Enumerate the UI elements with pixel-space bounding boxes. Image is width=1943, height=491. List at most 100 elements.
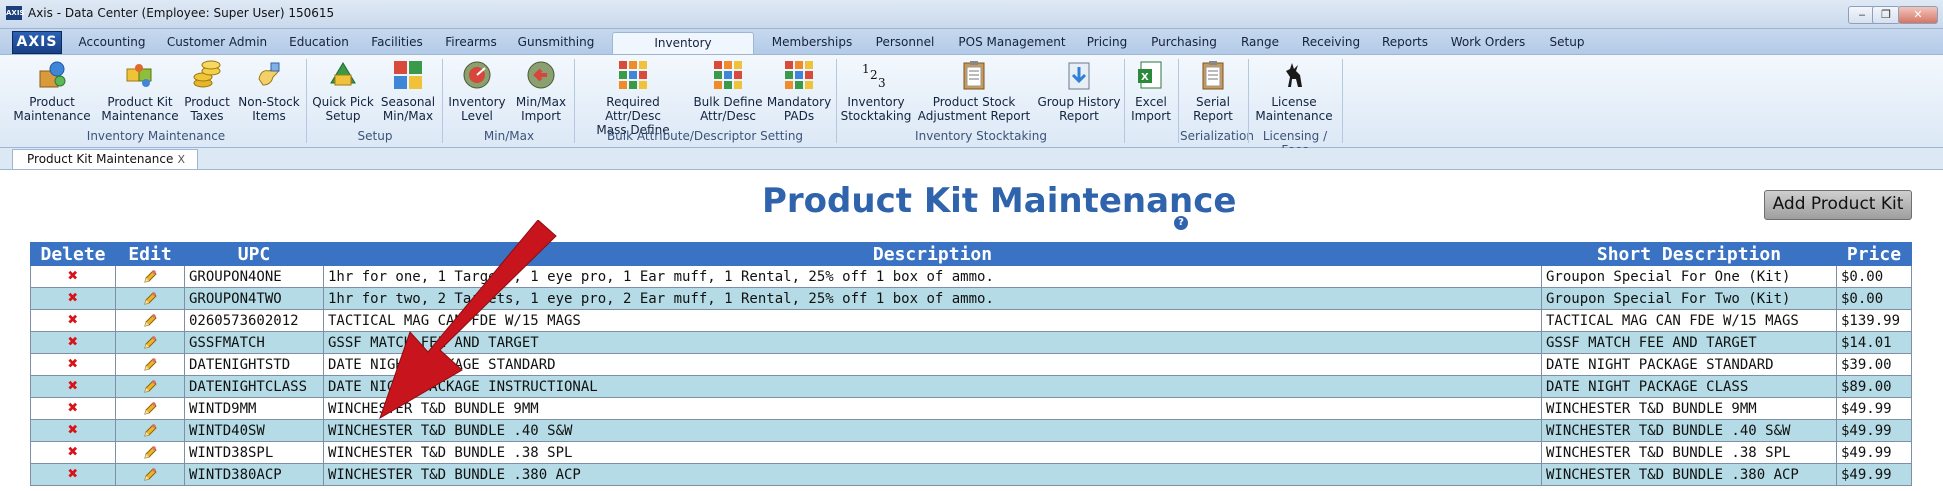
- inventory-stocktaking-line2: Stocktaking: [840, 109, 912, 123]
- add-product-kit-button[interactable]: Add Product Kit: [1764, 190, 1912, 220]
- axis-logo[interactable]: AXIS: [12, 31, 62, 54]
- mandatory-pads-line2: PADs: [783, 109, 815, 123]
- upc-cell: GROUPON4TWO: [184, 287, 324, 310]
- short-description-cell: DATE NIGHT PACKAGE STANDARD: [1541, 353, 1837, 376]
- table-row: ✖ WINTD9MM WINCHESTER T&D BUNDLE 9MM WINCHE…: [30, 397, 1912, 420]
- tab-receiving[interactable]: Receiving: [1296, 32, 1366, 54]
- description-cell: GSSF MATCH FEE AND TARGET: [323, 331, 1542, 354]
- inventory-level-button[interactable]: Inventory Level: [446, 59, 508, 123]
- tab-range[interactable]: Range: [1236, 32, 1284, 54]
- delete-icon[interactable]: ✖: [68, 356, 78, 373]
- col-header-delete: Delete: [30, 242, 116, 266]
- excel-import-button[interactable]: X Excel Import: [1128, 59, 1174, 123]
- pencil-icon[interactable]: [142, 445, 158, 461]
- mandatory-pads-line1: Mandatory: [766, 95, 832, 109]
- tab-gunsmithing[interactable]: Gunsmithing: [514, 32, 598, 54]
- doc-tab-product-kit-maintenance[interactable]: Product Kit Maintenance X: [12, 149, 198, 169]
- license-maintenance-button[interactable]: License Maintenance: [1252, 59, 1336, 123]
- pencil-icon[interactable]: [142, 467, 158, 483]
- delete-cell: ✖: [30, 353, 116, 376]
- import-arrow-icon: [527, 61, 555, 89]
- product-maintenance-button[interactable]: Product Maintenance: [10, 59, 94, 123]
- product-stock-adjustment-report-button[interactable]: Product Stock Adjustment Report: [914, 59, 1034, 123]
- seasonal-grid-icon: [394, 61, 422, 89]
- seasonal-min-max-button[interactable]: Seasonal Min/Max: [378, 59, 438, 123]
- serial-report-line1: Serial: [1196, 95, 1230, 109]
- delete-icon[interactable]: ✖: [68, 334, 78, 351]
- product-box-icon: [39, 61, 66, 88]
- tab-inventory-management[interactable]: Inventory Management: [612, 32, 754, 71]
- pencil-icon[interactable]: [142, 313, 158, 329]
- upc-cell: DATENIGHTCLASS: [184, 375, 324, 398]
- product-kit-maintenance-line1: Product Kit: [107, 95, 173, 109]
- mandatory-pads-button[interactable]: Mandatory PADs: [766, 59, 832, 123]
- edit-cell: [115, 331, 185, 354]
- delete-cell: ✖: [30, 419, 116, 442]
- help-icon[interactable]: ?: [1174, 216, 1188, 230]
- window-titlebar: AXIS Axis - Data Center (Employee: Super…: [0, 0, 1943, 29]
- pencil-icon[interactable]: [142, 335, 158, 351]
- pencil-icon[interactable]: [142, 357, 158, 373]
- delete-icon[interactable]: ✖: [68, 466, 78, 483]
- tab-reports[interactable]: Reports: [1378, 32, 1432, 54]
- pencil-icon[interactable]: [142, 379, 158, 395]
- product-taxes-button[interactable]: Product Taxes: [182, 59, 232, 123]
- tab-firearms[interactable]: Firearms: [441, 32, 501, 54]
- tab-facilities[interactable]: Facilities: [366, 32, 428, 54]
- required-attr-desc-button[interactable]: Required Attr/Desc Mass Define: [578, 59, 688, 137]
- delete-icon[interactable]: ✖: [68, 268, 78, 285]
- tab-personnel[interactable]: Personnel: [868, 32, 942, 54]
- product-kit-maintenance-button[interactable]: Product Kit Maintenance: [100, 59, 180, 123]
- short-description-cell: GSSF MATCH FEE AND TARGET: [1541, 331, 1837, 354]
- tab-customer-admin[interactable]: Customer Admin: [164, 32, 270, 54]
- inventory-stocktaking-button[interactable]: 1 2 3 Inventory Stocktaking: [840, 59, 912, 123]
- min-max-import-button[interactable]: Min/Max Import: [510, 59, 572, 123]
- product-taxes-line1: Product: [184, 95, 230, 109]
- min-max-import-line1: Min/Max: [515, 95, 567, 109]
- pencil-icon[interactable]: [142, 291, 158, 307]
- tab-pos-management[interactable]: POS Management: [954, 32, 1070, 54]
- table-header-row: Delete Edit UPC Description Short Descri…: [30, 242, 1912, 266]
- non-stock-items-button[interactable]: Non-Stock Items: [236, 59, 302, 123]
- tab-work-orders[interactable]: Work Orders: [1446, 32, 1530, 54]
- description-cell: DATE NIGHT PACKAGE STANDARD: [323, 353, 1542, 376]
- tab-accounting[interactable]: Accounting: [72, 32, 152, 54]
- product-maintenance-line2: Maintenance: [13, 109, 91, 123]
- group-history-line2: Report: [1059, 109, 1099, 123]
- group-history-line1: Group History: [1037, 95, 1121, 109]
- tab-purchasing[interactable]: Purchasing: [1144, 32, 1224, 54]
- description-cell: 1hr for one, 1 Targets, 1 eye pro, 1 Ear…: [323, 265, 1542, 288]
- tab-setup[interactable]: Setup: [1544, 32, 1590, 54]
- serial-report-button[interactable]: Serial Report: [1182, 59, 1244, 123]
- delete-icon[interactable]: ✖: [68, 400, 78, 417]
- non-stock-items-line2: Items: [252, 109, 286, 123]
- pencil-icon[interactable]: [142, 269, 158, 285]
- color-grid-icon: [785, 61, 813, 89]
- close-window-button[interactable]: ✕: [1898, 6, 1938, 24]
- product-maintenance-line1: Product: [29, 95, 75, 109]
- delete-icon[interactable]: ✖: [68, 422, 78, 439]
- delete-cell: ✖: [30, 331, 116, 354]
- non-stock-items-line1: Non-Stock: [238, 95, 300, 109]
- edit-cell: [115, 463, 185, 486]
- edit-cell: [115, 353, 185, 376]
- bulk-define-attr-desc-button[interactable]: Bulk Define Attr/Desc: [692, 59, 764, 123]
- tab-memberships[interactable]: Memberships: [768, 32, 856, 54]
- delete-icon[interactable]: ✖: [68, 290, 78, 307]
- pencil-icon[interactable]: [142, 423, 158, 439]
- doc-tab-close-icon[interactable]: X: [177, 150, 185, 169]
- edit-cell: [115, 441, 185, 464]
- short-description-cell: Groupon Special For Two (Kit): [1541, 287, 1837, 310]
- delete-icon[interactable]: ✖: [68, 444, 78, 461]
- quick-pick-setup-button[interactable]: Quick Pick Setup: [312, 59, 374, 123]
- group-history-report-button[interactable]: Group History Report: [1036, 59, 1122, 123]
- clipboard-icon: [963, 61, 985, 90]
- restore-button[interactable]: ❐: [1872, 6, 1900, 24]
- group-label-bulk-attribute: Bulk Attribute/Descriptor Setting: [606, 129, 804, 143]
- excel-icon: X: [1138, 61, 1162, 89]
- pencil-icon[interactable]: [142, 401, 158, 417]
- tab-pricing[interactable]: Pricing: [1082, 32, 1132, 54]
- delete-icon[interactable]: ✖: [68, 378, 78, 395]
- tab-education[interactable]: Education: [284, 32, 354, 54]
- delete-icon[interactable]: ✖: [68, 312, 78, 329]
